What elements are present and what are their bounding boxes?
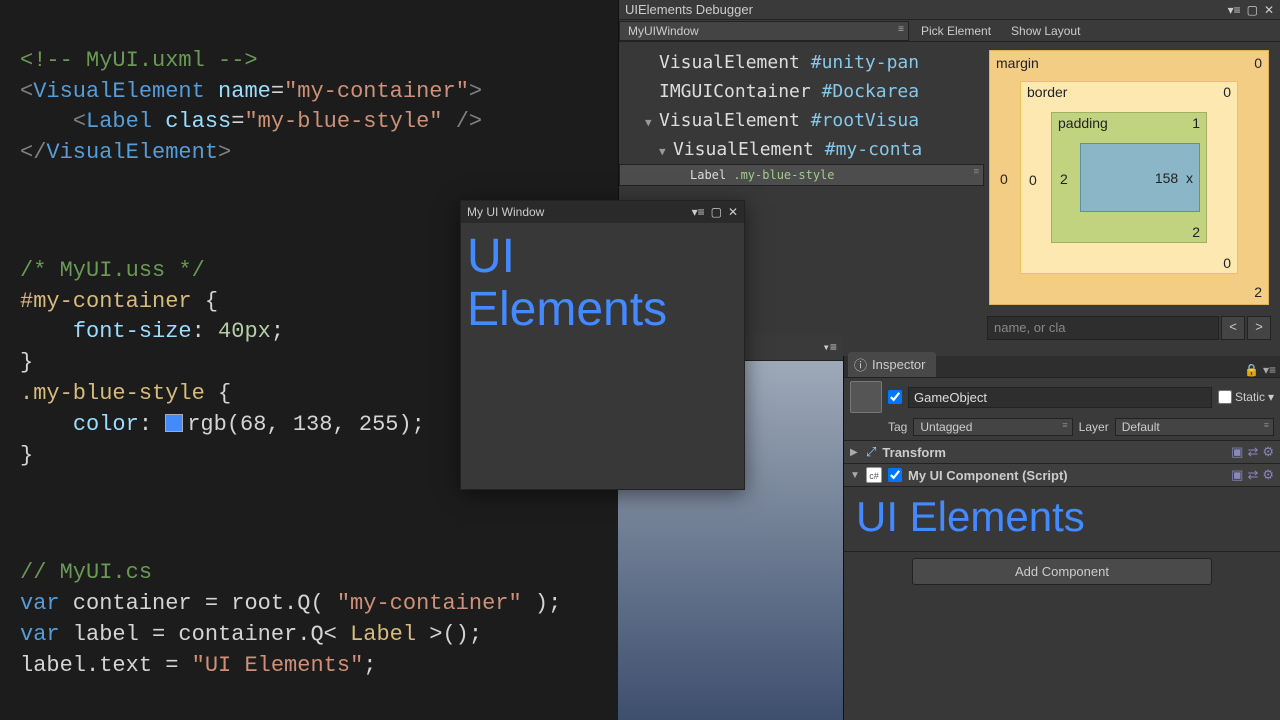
gear-icon[interactable]: ⚙ bbox=[1262, 467, 1274, 483]
inspector-tab[interactable]: ⓘ Inspector bbox=[848, 352, 936, 377]
element-tree[interactable]: VisualElement #unity-pan IMGUIContainer … bbox=[619, 44, 984, 190]
lock-icon[interactable]: 🔒 bbox=[1244, 363, 1259, 377]
script-icon: c# bbox=[866, 467, 882, 483]
layer-label: Layer bbox=[1079, 420, 1109, 434]
tree-row-selected[interactable]: Label .my-blue-style bbox=[619, 164, 984, 186]
layer-dropdown[interactable]: Default bbox=[1115, 418, 1274, 436]
myui-label: UI Elements bbox=[461, 223, 744, 345]
help-icon[interactable]: ▣ bbox=[1231, 467, 1243, 483]
search-input[interactable]: name, or cla bbox=[987, 316, 1219, 340]
context-icon[interactable]: ▾≡ bbox=[823, 340, 837, 355]
script-component[interactable]: ▼ c# My UI Component (Script) ▣ ⇄ ⚙ bbox=[844, 464, 1280, 487]
window-title: My UI Window bbox=[467, 205, 544, 219]
show-layout-button[interactable]: Show Layout bbox=[1001, 22, 1090, 40]
margin-label: margin bbox=[996, 55, 1039, 71]
tree-row[interactable]: IMGUIContainer #Dockarea bbox=[619, 77, 984, 106]
fold-icon[interactable]: ▼ bbox=[850, 470, 860, 481]
prev-button[interactable]: < bbox=[1221, 316, 1245, 340]
context-icon[interactable]: ▾≡ bbox=[692, 205, 705, 219]
debugger-toolbar: MyUIWindow Pick Element Show Layout bbox=[619, 20, 1280, 42]
gameobject-header: Static ▾ bbox=[844, 378, 1280, 416]
close-icon[interactable]: ✕ bbox=[728, 205, 738, 219]
pick-element-button[interactable]: Pick Element bbox=[911, 22, 1001, 40]
context-icon[interactable]: ▾≡ bbox=[1228, 3, 1241, 17]
border-label: border bbox=[1027, 84, 1067, 100]
transform-component[interactable]: ▶ ⤢ Transform ▣ ⇄ ⚙ bbox=[844, 441, 1280, 464]
gameobject-name-input[interactable] bbox=[908, 387, 1212, 408]
window-dropdown[interactable]: MyUIWindow bbox=[619, 21, 909, 41]
gameobject-icon[interactable] bbox=[850, 381, 882, 413]
preset-icon[interactable]: ⇄ bbox=[1247, 467, 1258, 483]
maximize-icon[interactable]: ▢ bbox=[1247, 3, 1258, 17]
tag-dropdown[interactable]: Untagged bbox=[913, 418, 1072, 436]
padding-label: padding bbox=[1058, 115, 1108, 131]
tree-row[interactable]: VisualElement #unity-pan bbox=[619, 48, 984, 77]
preset-icon[interactable]: ⇄ bbox=[1247, 444, 1258, 460]
static-toggle[interactable]: Static ▾ bbox=[1218, 390, 1274, 404]
tree-row[interactable]: ▼VisualElement #my-conta bbox=[619, 135, 984, 164]
maximize-icon[interactable]: ▢ bbox=[711, 205, 722, 219]
context-icon[interactable]: ▾≡ bbox=[1263, 363, 1276, 377]
color-swatch bbox=[165, 414, 183, 432]
component-enabled-checkbox[interactable] bbox=[888, 468, 902, 482]
gear-icon[interactable]: ⚙ bbox=[1262, 444, 1274, 460]
custom-inspector-label: UI Elements bbox=[844, 487, 1280, 551]
fold-icon[interactable]: ▶ bbox=[850, 447, 860, 458]
debugger-titlebar[interactable]: UIElements Debugger ▾≡ ▢ ✕ bbox=[619, 0, 1280, 20]
next-button[interactable]: > bbox=[1247, 316, 1271, 340]
myui-titlebar[interactable]: My UI Window ▾≡ ▢ ✕ bbox=[461, 201, 744, 223]
close-icon[interactable]: ✕ bbox=[1264, 3, 1274, 17]
my-ui-window[interactable]: My UI Window ▾≡ ▢ ✕ UI Elements bbox=[460, 200, 745, 490]
tag-label: Tag bbox=[888, 420, 907, 434]
transform-icon: ⤢ bbox=[866, 444, 876, 460]
content-box: 158 x bbox=[1080, 143, 1200, 212]
help-icon[interactable]: ▣ bbox=[1231, 444, 1243, 460]
box-model-diagram: margin 0 0 2 border 0 0 0 padding 1 2 2 … bbox=[989, 50, 1269, 305]
debugger-title: UIElements Debugger bbox=[625, 2, 753, 17]
inspector-panel: ⓘ Inspector 🔒 ▾≡ Static ▾ Tag Untagged L… bbox=[843, 356, 1280, 720]
info-icon: ⓘ bbox=[854, 355, 867, 374]
tree-row[interactable]: ▼VisualElement #rootVisua bbox=[619, 106, 984, 135]
active-checkbox[interactable] bbox=[888, 390, 902, 404]
search-row: name, or cla < > bbox=[987, 316, 1271, 340]
add-component-button[interactable]: Add Component bbox=[912, 558, 1212, 585]
